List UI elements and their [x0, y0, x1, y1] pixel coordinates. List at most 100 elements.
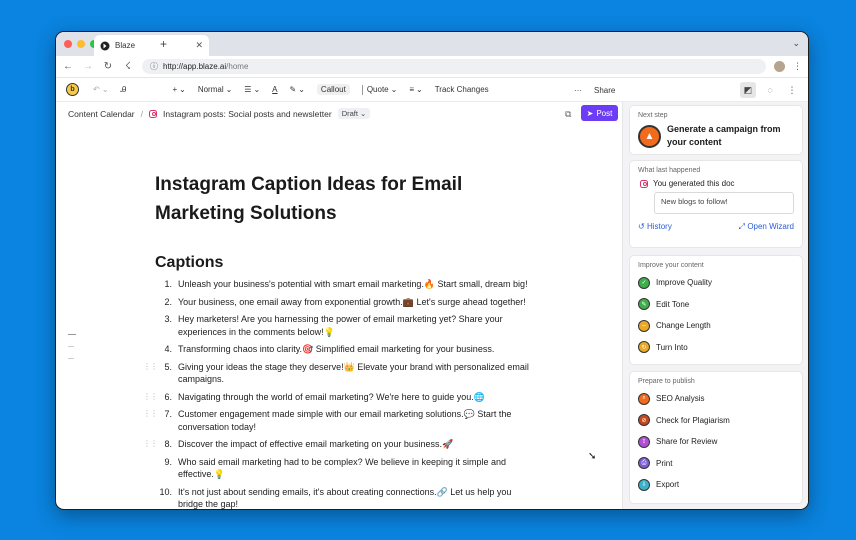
- breadcrumb-root[interactable]: Content Calendar: [68, 109, 135, 119]
- improve-item-improve-quality[interactable]: ✓ Improve Quality: [630, 272, 802, 294]
- text-color-icon[interactable]: A: [272, 85, 277, 94]
- chevron-down-icon: ⌄: [225, 85, 233, 94]
- tone-icon: ✎: [638, 298, 650, 311]
- caption-item[interactable]: 1. Unleash your business's potential with…: [155, 278, 535, 291]
- chevron-down-icon: ⌄: [416, 85, 423, 94]
- history-link[interactable]: ↺ History: [638, 222, 672, 232]
- more-options-icon[interactable]: ···: [574, 86, 582, 95]
- back-icon[interactable]: ←: [62, 61, 74, 72]
- caption-item[interactable]: 3. Hey marketers! Are you harnessing the …: [155, 313, 535, 338]
- publish-item-share-for-review[interactable]: ⇪ Share for Review: [630, 431, 802, 453]
- caption-number: 5.: [164, 361, 172, 372]
- copy-icon[interactable]: ⧉: [565, 109, 571, 120]
- print-icon: ⎙: [638, 457, 650, 470]
- last-event-input[interactable]: New blogs to follow!: [654, 192, 794, 214]
- caption-item[interactable]: 4. Transforming chaos into clarity.🎯 Simp…: [155, 343, 535, 356]
- caption-number: 9.: [164, 456, 172, 467]
- caption-text: Navigating through the world of email ma…: [178, 391, 485, 402]
- outline-marker[interactable]: [68, 346, 74, 347]
- publish-item-print[interactable]: ⎙ Print: [630, 453, 802, 475]
- generate-campaign-button[interactable]: ▲ Generate a campaign from your content: [630, 119, 802, 153]
- caption-text: Your business, one email away from expon…: [178, 296, 526, 307]
- document-body[interactable]: Instagram Caption Ideas for Email Market…: [143, 170, 535, 510]
- document-title[interactable]: Instagram Caption Ideas for Email Market…: [155, 170, 535, 228]
- browser-tab[interactable]: Blaze ✕: [94, 35, 209, 56]
- menu-item-label: Check for Plagiarism: [656, 415, 730, 425]
- quality-icon: ✓: [638, 276, 650, 289]
- quote-dropdown[interactable]: Quote ⌄: [367, 85, 398, 94]
- new-tab-icon[interactable]: +: [160, 37, 167, 51]
- caption-number: 1.: [164, 279, 172, 289]
- publish-item-seo-analysis[interactable]: ⌕ SEO Analysis: [630, 388, 802, 410]
- sidebar-toggle-icon[interactable]: ◩: [740, 82, 756, 98]
- share-review-icon: ⇪: [638, 435, 650, 448]
- caption-text: Hey marketers! Are you harnessing the po…: [178, 314, 503, 337]
- improve-item-edit-tone[interactable]: ✎ Edit Tone: [630, 294, 802, 316]
- more-vertical-icon[interactable]: ⋮: [784, 82, 800, 98]
- post-button[interactable]: ➤ Post: [581, 105, 618, 121]
- profile-avatar[interactable]: [774, 61, 785, 72]
- extension-icon[interactable]: ☇: [122, 61, 134, 72]
- close-tab-icon[interactable]: ✕: [195, 40, 203, 51]
- drag-handle-icon[interactable]: ⋮⋮: [143, 391, 158, 404]
- drag-handle-icon[interactable]: ⋮⋮: [143, 408, 158, 421]
- browser-menu-icon[interactable]: ⋮: [793, 61, 802, 72]
- campaign-icon: ▲: [638, 124, 661, 148]
- minimize-window-button[interactable]: [77, 40, 85, 48]
- list-icon: ☰: [244, 85, 252, 94]
- chevron-down-icon: ⌄: [298, 85, 305, 94]
- publish-heading: Prepare to publish: [638, 378, 695, 385]
- publish-item-export[interactable]: ⇩ Export: [630, 474, 802, 496]
- caption-item[interactable]: 9. Who said email marketing had to be com…: [155, 456, 535, 481]
- insert-block-button[interactable]: + ⌄: [172, 85, 185, 94]
- chevron-down-icon[interactable]: ⌄: [792, 38, 800, 49]
- menu-item-label: SEO Analysis: [656, 394, 705, 404]
- publish-item-check-for-plagiarism[interactable]: ⊘ Check for Plagiarism: [630, 410, 802, 432]
- plagiarism-icon: ⊘: [638, 414, 650, 427]
- caption-item[interactable]: ⋮⋮ 6. Navigating through the world of emai…: [143, 391, 535, 404]
- seo-icon: ⌕: [638, 392, 650, 405]
- forward-icon[interactable]: →: [82, 61, 94, 72]
- outline-marker[interactable]: [68, 334, 76, 335]
- outline-marker[interactable]: [68, 358, 74, 359]
- publish-card: Prepare to publish ⌕ SEO Analysis ⊘ Check f…: [629, 371, 803, 504]
- breadcrumb-current: Instagram posts: Social posts and newsle…: [163, 108, 332, 119]
- undo-icon[interactable]: ↶ ⌄: [93, 85, 109, 94]
- mouse-cursor: ➘: [588, 451, 597, 462]
- format-painter-icon[interactable]: Ꭿ: [121, 85, 127, 95]
- track-changes-button[interactable]: Track Changes: [435, 85, 489, 94]
- status-dropdown[interactable]: Draft ⌄: [337, 108, 371, 119]
- caption-item[interactable]: ⋮⋮ 8. Discover the impact of effective ema…: [143, 438, 535, 451]
- caption-number: 3.: [164, 314, 172, 324]
- text-style-dropdown[interactable]: Normal ⌄: [198, 85, 232, 94]
- right-sidebar: Next step ▲ Generate a campaign from you…: [622, 102, 808, 509]
- drag-handle-icon[interactable]: ⋮⋮: [143, 438, 158, 451]
- list-dropdown[interactable]: ☰ ⌄: [244, 85, 260, 94]
- menu-item-label: Change Length: [656, 321, 711, 331]
- reload-icon[interactable]: ↻: [102, 61, 114, 72]
- next-step-heading: Next step: [638, 112, 668, 119]
- share-button[interactable]: Share: [594, 86, 615, 95]
- callout-button[interactable]: Callout: [316, 84, 350, 95]
- url-input[interactable]: ⓘ http://app.blaze.ai/home: [142, 59, 766, 74]
- menu-item-label: Print: [656, 458, 673, 468]
- instagram-icon: [640, 179, 648, 188]
- caption-item[interactable]: ⋮⋮ 7. Customer engagement made simple with…: [143, 408, 535, 433]
- align-dropdown[interactable]: ≡ ⌄: [409, 85, 422, 94]
- caption-number: 2.: [164, 296, 172, 307]
- improve-item-change-length[interactable]: ⇔ Change Length: [630, 315, 802, 337]
- toolbar-right: ◩ ◌ ⋮: [740, 82, 800, 98]
- caption-item[interactable]: 2. Your business, one email away from exp…: [155, 296, 535, 309]
- chevron-down-icon: ⌄: [253, 85, 261, 94]
- highlight-dropdown[interactable]: ✎ ⌄: [290, 85, 305, 94]
- close-window-button[interactable]: [64, 40, 72, 48]
- improve-item-turn-into[interactable]: ↻ Turn Into: [630, 337, 802, 359]
- open-wizard-link[interactable]: ⤢ Open Wizard: [739, 222, 794, 232]
- section-heading[interactable]: Captions: [155, 254, 535, 272]
- site-info-icon[interactable]: ⓘ: [150, 61, 158, 72]
- drag-handle-icon[interactable]: ⋮⋮: [143, 361, 158, 374]
- comment-icon[interactable]: ◌: [762, 82, 778, 98]
- caption-item[interactable]: 10. It's not just about sending emails, i…: [155, 486, 535, 510]
- caption-item[interactable]: ⋮⋮ 5. Giving your ideas the stage they des…: [143, 361, 535, 386]
- blaze-logo-icon[interactable]: b: [66, 83, 79, 96]
